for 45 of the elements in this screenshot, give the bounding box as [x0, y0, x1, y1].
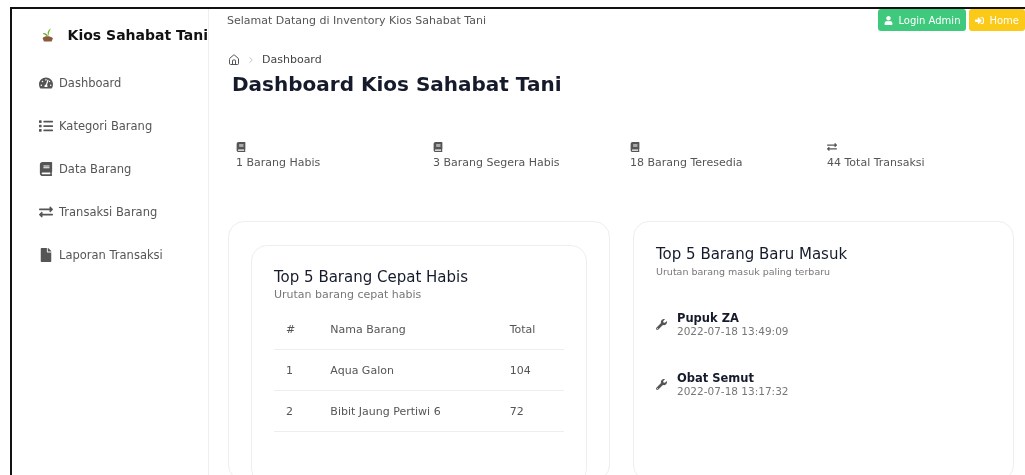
- sidebar-item[interactable]: Kategori Barang: [12, 104, 208, 147]
- welcome-text: Selamat Datang di Inventory Kios Sahabat Tani: [227, 13, 486, 27]
- sidebar-item[interactable]: Laporan Transaksi: [12, 233, 208, 276]
- card-subtitle: Urutan barang cepat habis: [274, 288, 423, 301]
- column-header: Nama Barang: [318, 309, 498, 350]
- brand-name: Kios Sahabat Tani: [67, 27, 208, 43]
- item-time: 2022-07-18 13:49:09: [677, 325, 789, 337]
- book-icon: [236, 142, 246, 152]
- gauge-icon: [39, 75, 53, 90]
- column-header: #: [274, 309, 319, 350]
- transfer-icon: [827, 142, 837, 152]
- table-cell: 2: [274, 390, 319, 432]
- table-cell: 1: [274, 349, 319, 391]
- page-title: Dashboard Kios Sahabat Tani: [232, 72, 563, 96]
- sidebar-item[interactable]: Transaksi Barang: [12, 190, 208, 233]
- table-cell: Aqua Galon: [318, 349, 498, 391]
- table-cell: Bibit Jaung Pertiwi 6: [318, 390, 498, 432]
- sign-in-icon: [975, 15, 985, 25]
- sidebar-item[interactable]: Data Barang: [12, 147, 208, 190]
- user-icon: [884, 15, 894, 25]
- breadcrumb-item[interactable]: Dashboard: [262, 53, 322, 66]
- sidebar-item[interactable]: Dashboard: [12, 61, 208, 104]
- item-name: Obat Semut: [677, 371, 756, 385]
- transfer-icon: [39, 204, 53, 219]
- stat-label: 18 Barang Teresedia: [630, 156, 744, 169]
- wrench-icon: [656, 318, 667, 330]
- card-title: Top 5 Barang Cepat Habis: [274, 268, 470, 286]
- book-icon: [39, 161, 53, 176]
- book-icon: [433, 142, 443, 152]
- table-cell: 104: [497, 349, 564, 391]
- card-subtitle: Urutan barang masuk paling terbaru: [656, 266, 832, 277]
- home-icon[interactable]: [228, 53, 240, 66]
- book-icon: [630, 142, 640, 152]
- table-cell: 72: [497, 390, 564, 432]
- chevron-icon: [246, 54, 256, 65]
- item-name: Pupuk ZA: [677, 311, 740, 325]
- stat-label: 44 Total Transaksi: [827, 156, 926, 169]
- card-title: Top 5 Barang Baru Masuk: [656, 245, 849, 263]
- list-icon: [39, 118, 53, 133]
- stat-label: 1 Barang Habis: [236, 156, 322, 169]
- wrench-icon: [656, 378, 667, 390]
- stat-label: 3 Barang Segera Habis: [433, 156, 561, 169]
- file-icon: [39, 247, 53, 262]
- column-header: Total: [497, 309, 564, 350]
- item-time: 2022-07-18 13:17:32: [677, 385, 789, 397]
